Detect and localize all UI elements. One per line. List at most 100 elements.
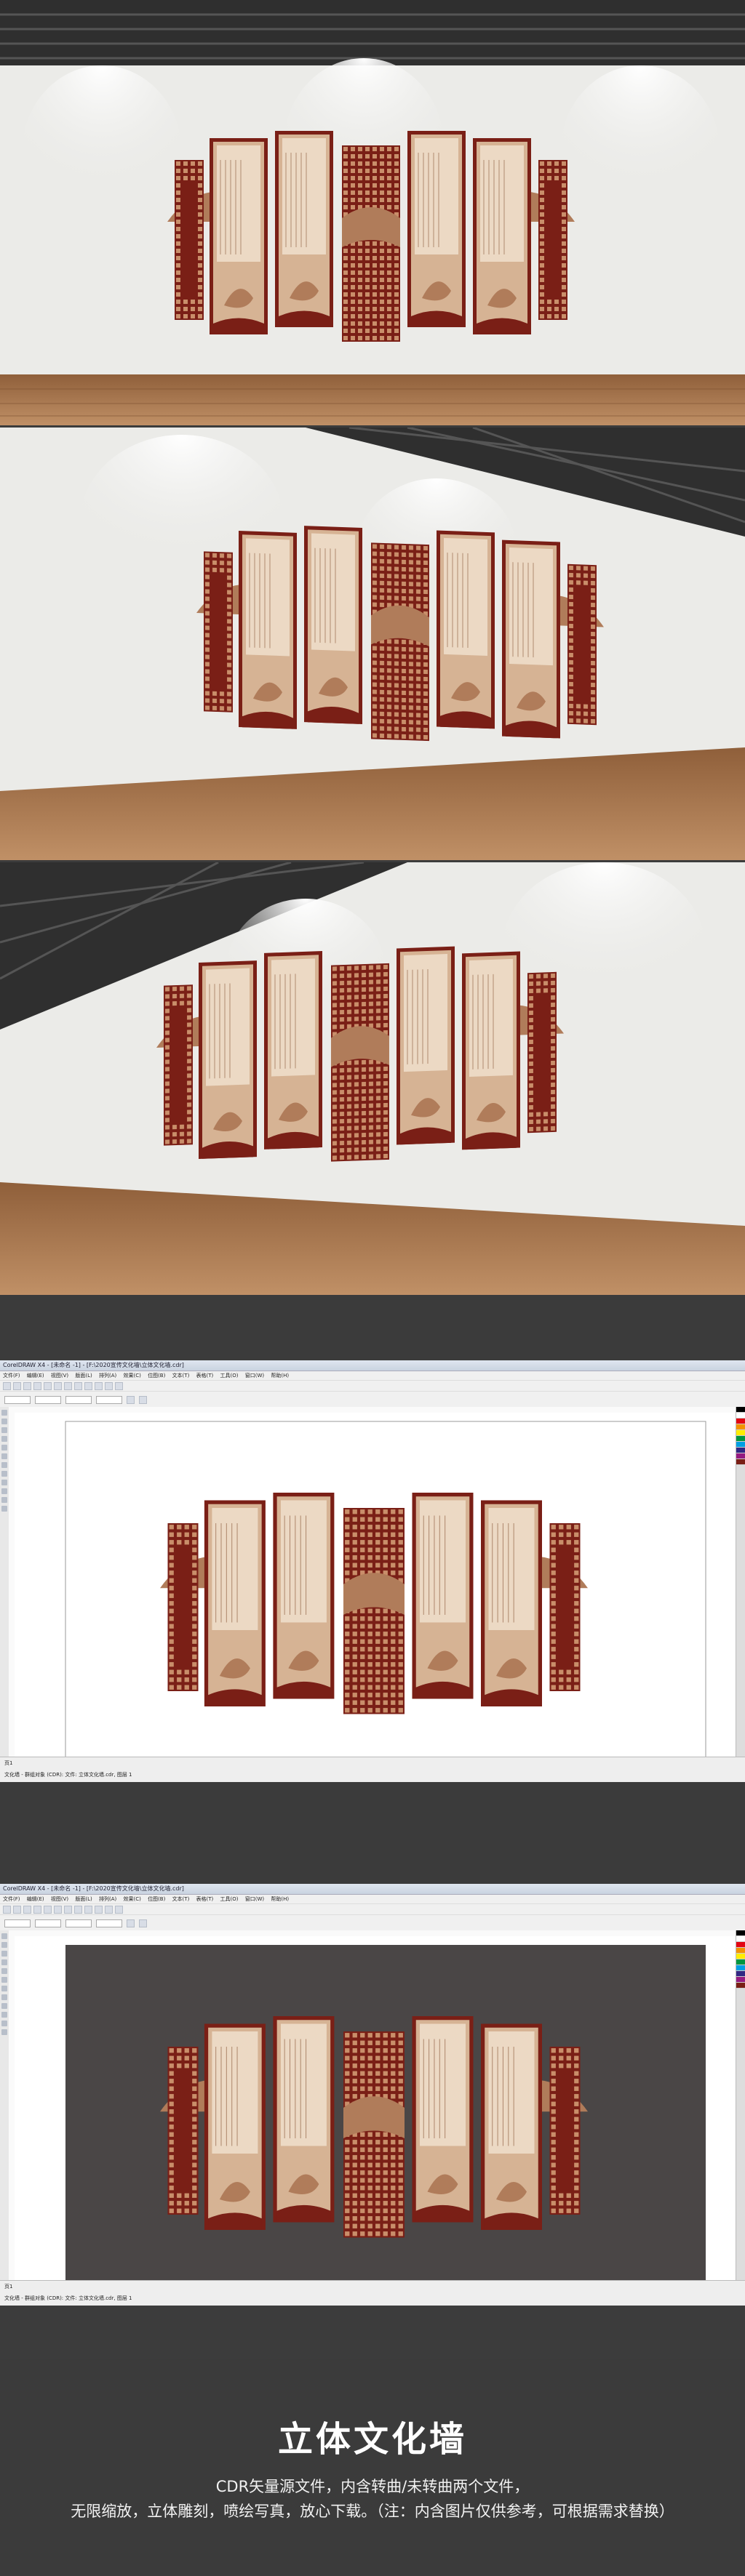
menu-item[interactable]: 工具(O) — [220, 1896, 239, 1902]
smart-fill-icon[interactable] — [1, 1453, 7, 1459]
polygon-tool-icon[interactable] — [1, 1480, 7, 1485]
export-icon[interactable] — [105, 1905, 113, 1914]
color-swatch-icon[interactable] — [736, 1436, 745, 1442]
color-swatch-icon[interactable] — [736, 1954, 745, 1959]
freehand-tool-icon[interactable] — [1, 1968, 7, 1974]
page-tab[interactable]: 页1 — [0, 2281, 745, 2292]
redo-icon[interactable] — [84, 1905, 92, 1914]
menu-item[interactable]: 文本(T) — [172, 1896, 190, 1902]
undo-icon[interactable] — [74, 1381, 82, 1390]
menu-item[interactable]: 排列(A) — [99, 1896, 116, 1902]
dimension-tool-icon[interactable] — [1, 2029, 7, 2035]
menu-item[interactable]: 帮助(H) — [271, 1373, 289, 1379]
print-icon[interactable] — [33, 1381, 41, 1390]
menu-item[interactable]: 视图(V) — [51, 1896, 68, 1902]
paste-icon[interactable] — [64, 1905, 72, 1914]
ellipse-tool-icon[interactable] — [1, 1994, 7, 2000]
color-swatch-icon[interactable] — [736, 1442, 745, 1448]
mirror-icon[interactable] — [127, 1919, 135, 1927]
drawing-canvas[interactable] — [15, 1413, 736, 1764]
x-position-field[interactable] — [4, 1395, 31, 1404]
menu-item[interactable]: 文本(T) — [172, 1373, 190, 1379]
menu-item[interactable]: 编辑(E) — [27, 1373, 44, 1379]
color-swatch-icon[interactable] — [736, 1977, 745, 1983]
crop-tool-icon[interactable] — [1, 1951, 7, 1957]
menu-item[interactable]: 版面(L) — [75, 1896, 92, 1902]
y-position-field[interactable] — [35, 1919, 61, 1927]
undo-icon[interactable] — [74, 1905, 82, 1914]
zoom-icon[interactable] — [115, 1905, 123, 1914]
table-tool-icon[interactable] — [1, 1497, 7, 1503]
crop-tool-icon[interactable] — [1, 1427, 7, 1433]
color-swatch-icon[interactable] — [736, 1419, 745, 1424]
open-icon[interactable] — [13, 1381, 21, 1390]
ellipse-tool-icon[interactable] — [1, 1471, 7, 1477]
page-tab[interactable]: 页1 — [0, 1757, 745, 1769]
rotate-icon[interactable] — [139, 1919, 147, 1927]
rotate-icon[interactable] — [139, 1395, 147, 1404]
height-field[interactable] — [96, 1395, 122, 1404]
color-swatch-icon[interactable] — [736, 1930, 745, 1936]
drawing-canvas[interactable] — [15, 1936, 736, 2287]
menu-item[interactable]: 文件(F) — [3, 1373, 20, 1379]
menu-item[interactable]: 窗口(W) — [245, 1896, 264, 1902]
table-tool-icon[interactable] — [1, 2021, 7, 2026]
copy-icon[interactable] — [54, 1381, 62, 1390]
shape-tool-icon[interactable] — [1, 1942, 7, 1948]
mirror-icon[interactable] — [127, 1395, 135, 1404]
dimension-tool-icon[interactable] — [1, 1506, 7, 1512]
rectangle-tool-icon[interactable] — [1, 1986, 7, 1991]
import-icon[interactable] — [95, 1381, 103, 1390]
color-swatch-icon[interactable] — [736, 1459, 745, 1465]
rectangle-tool-icon[interactable] — [1, 1462, 7, 1468]
width-field[interactable] — [65, 1919, 92, 1927]
menu-item[interactable]: 文件(F) — [3, 1896, 20, 1902]
x-position-field[interactable] — [4, 1919, 31, 1927]
color-swatch-icon[interactable] — [736, 1948, 745, 1954]
y-position-field[interactable] — [35, 1395, 61, 1404]
menu-item[interactable]: 帮助(H) — [271, 1896, 289, 1902]
menu-item[interactable]: 表格(T) — [196, 1896, 214, 1902]
menu-item[interactable]: 排列(A) — [99, 1373, 116, 1379]
menu-item[interactable]: 编辑(E) — [27, 1896, 44, 1902]
menu-item[interactable]: 表格(T) — [196, 1373, 214, 1379]
color-swatch-icon[interactable] — [736, 1959, 745, 1965]
height-field[interactable] — [96, 1919, 122, 1927]
color-swatch-icon[interactable] — [736, 1413, 745, 1419]
pick-tool-icon[interactable] — [1, 1933, 7, 1939]
zoom-icon[interactable] — [115, 1381, 123, 1390]
zoom-tool-icon[interactable] — [1, 1436, 7, 1442]
menu-item[interactable]: 视图(V) — [51, 1373, 68, 1379]
color-swatch-icon[interactable] — [736, 1430, 745, 1436]
freehand-tool-icon[interactable] — [1, 1445, 7, 1450]
export-icon[interactable] — [105, 1381, 113, 1390]
menu-item[interactable]: 效果(C) — [123, 1896, 140, 1902]
color-swatch-icon[interactable] — [736, 1424, 745, 1430]
cut-icon[interactable] — [44, 1905, 52, 1914]
color-swatch-icon[interactable] — [736, 1448, 745, 1453]
save-icon[interactable] — [23, 1381, 31, 1390]
cut-icon[interactable] — [44, 1381, 52, 1390]
color-swatch-icon[interactable] — [736, 1407, 745, 1413]
redo-icon[interactable] — [84, 1381, 92, 1390]
pick-tool-icon[interactable] — [1, 1410, 7, 1416]
save-icon[interactable] — [23, 1905, 31, 1914]
open-icon[interactable] — [13, 1905, 21, 1914]
color-swatch-icon[interactable] — [736, 1965, 745, 1971]
polygon-tool-icon[interactable] — [1, 2003, 7, 2009]
width-field[interactable] — [65, 1395, 92, 1404]
import-icon[interactable] — [95, 1905, 103, 1914]
menu-item[interactable]: 效果(C) — [123, 1373, 140, 1379]
menu-item[interactable]: 工具(O) — [220, 1373, 239, 1379]
print-icon[interactable] — [33, 1905, 41, 1914]
color-swatch-icon[interactable] — [736, 1936, 745, 1942]
menu-item[interactable]: 位图(B) — [148, 1896, 165, 1902]
color-swatch-icon[interactable] — [736, 1453, 745, 1459]
color-swatch-icon[interactable] — [736, 1971, 745, 1977]
paste-icon[interactable] — [64, 1381, 72, 1390]
smart-fill-icon[interactable] — [1, 1977, 7, 1983]
color-swatch-icon[interactable] — [736, 1983, 745, 1989]
menu-item[interactable]: 版面(L) — [75, 1373, 92, 1379]
text-tool-icon[interactable] — [1, 1488, 7, 1494]
color-swatch-icon[interactable] — [736, 1942, 745, 1948]
